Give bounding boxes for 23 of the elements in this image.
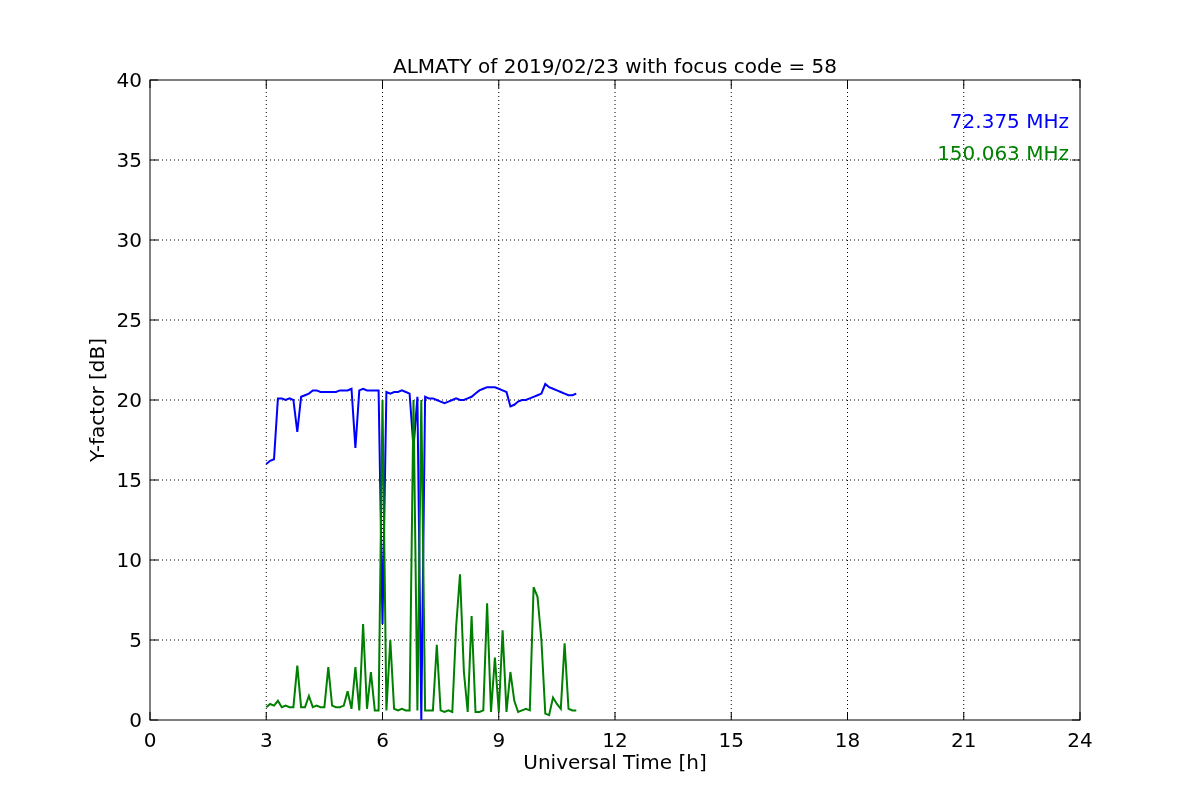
x-tick-label: 18: [834, 728, 861, 752]
x-tick-label: 0: [143, 728, 157, 752]
y-tick-label: 25: [116, 308, 142, 332]
y-tick-label: 35: [116, 148, 142, 172]
x-tick-label: 21: [951, 728, 977, 752]
x-tick-label: 24: [1067, 728, 1093, 752]
y-tick-label: 15: [116, 468, 142, 492]
legend-label: 150.063 MHz: [937, 141, 1069, 165]
chart-title: ALMATY of 2019/02/23 with focus code = 58: [393, 54, 837, 78]
y-tick-label: 10: [116, 548, 142, 572]
x-tick-label: 15: [718, 728, 744, 752]
y-tick-label: 30: [116, 228, 142, 252]
y-tick-label: 40: [116, 68, 142, 92]
legend-label: 72.375 MHz: [949, 109, 1069, 133]
x-axis-label: Universal Time [h]: [523, 750, 707, 774]
x-tick-label: 6: [376, 728, 389, 752]
x-tick-label: 12: [602, 728, 628, 752]
x-tick-label: 9: [492, 728, 506, 752]
y-axis-label: Y-factor [dB]: [85, 338, 109, 462]
y-tick-label: 0: [129, 708, 142, 732]
x-tick-label: 3: [259, 728, 273, 752]
y-tick-label: 5: [129, 628, 142, 652]
y-tick-label: 20: [116, 388, 142, 412]
